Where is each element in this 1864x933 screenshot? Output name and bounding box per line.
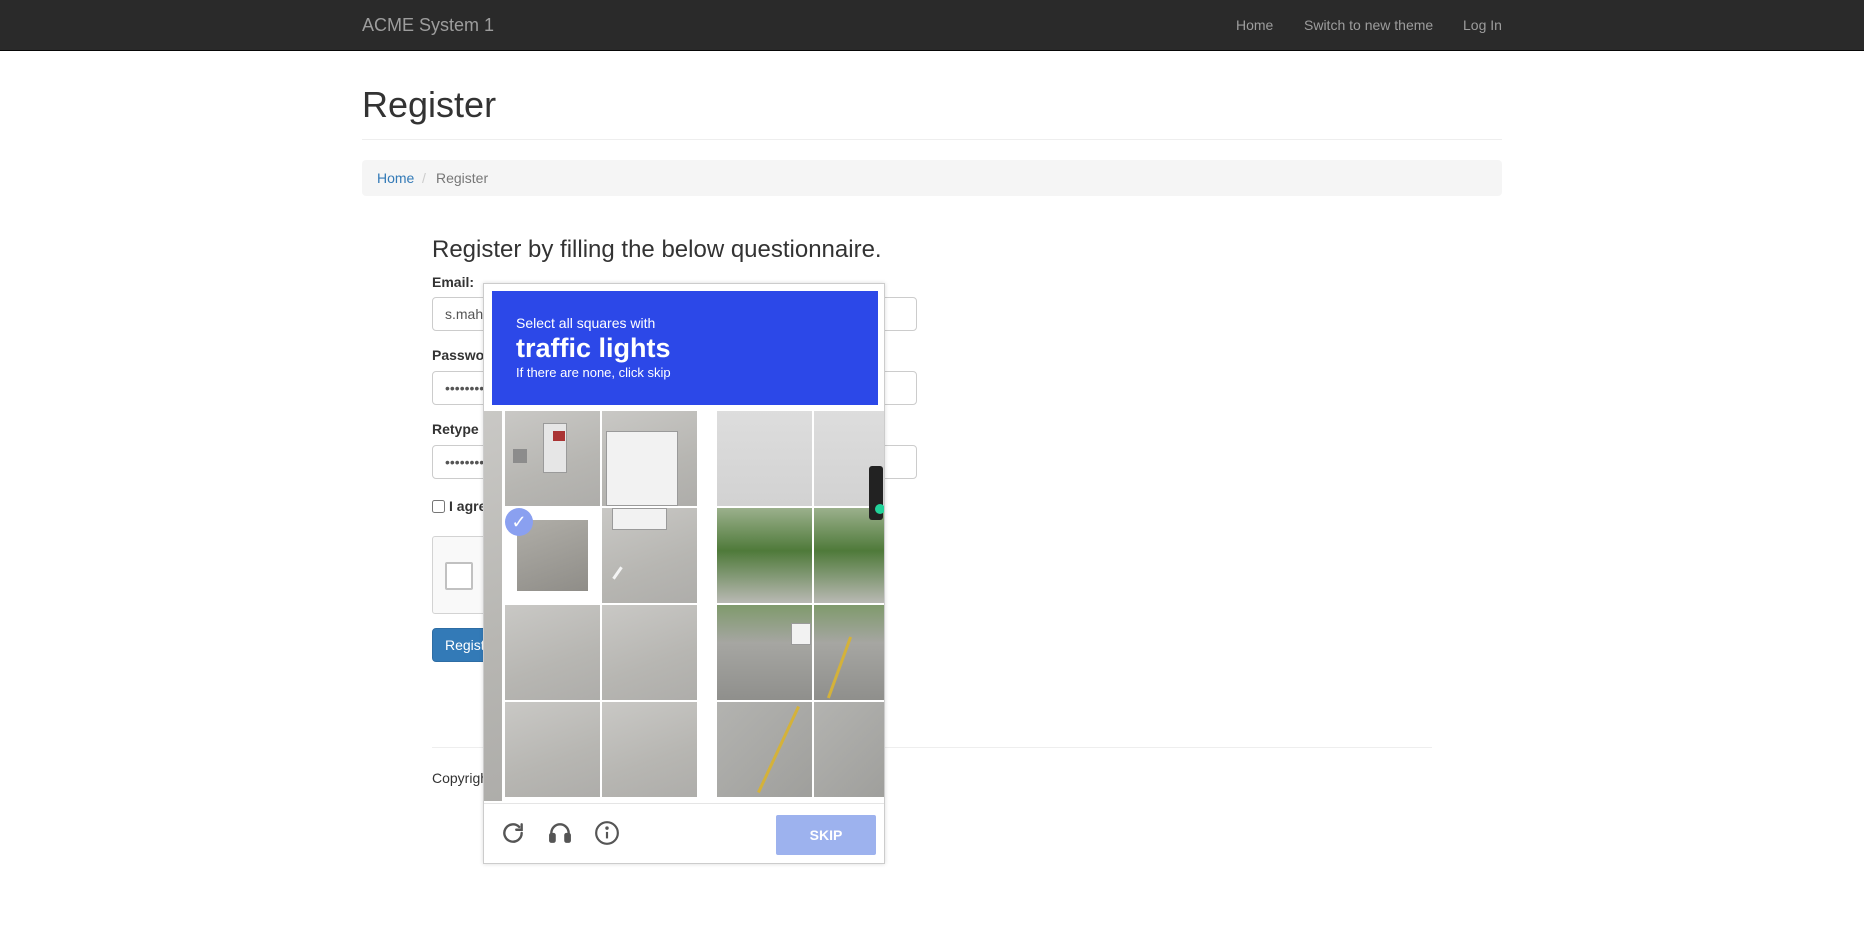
car-shape <box>553 431 565 441</box>
traffic-light-green <box>875 504 884 514</box>
brand-link[interactable]: ACME System 1 <box>362 15 494 36</box>
truck-bumper-shape <box>612 508 667 530</box>
headphones-icon[interactable] <box>545 820 575 850</box>
captcha-tile[interactable] <box>602 702 697 797</box>
footer-copyright: Copyrigh <box>432 770 489 786</box>
email-label: Email: <box>432 274 475 290</box>
captcha-tile[interactable] <box>505 605 600 700</box>
car-shape <box>513 449 527 463</box>
yellow-line <box>826 636 853 699</box>
captcha-tile[interactable] <box>814 702 884 797</box>
skip-button[interactable]: SKIP <box>776 815 876 855</box>
lane-marking <box>612 566 623 580</box>
nav-home-link[interactable]: Home <box>1236 17 1273 33</box>
selected-check-icon: ✓ <box>505 508 533 536</box>
traffic-light <box>869 466 884 520</box>
breadcrumb-current: Register <box>436 170 489 186</box>
captcha-header: Select all squares with traffic lights I… <box>492 291 878 405</box>
captcha-tile[interactable] <box>602 508 697 603</box>
captcha-tile[interactable] <box>814 508 884 603</box>
captcha-tile[interactable] <box>717 508 812 603</box>
breadcrumb-separator: / <box>422 170 426 186</box>
captcha-tile[interactable] <box>717 605 812 700</box>
agree-checkbox[interactable] <box>432 500 445 513</box>
truck-shape <box>606 431 678 506</box>
recaptcha-checkbox[interactable] <box>445 562 473 590</box>
yellow-line <box>757 705 800 794</box>
truck-shape <box>791 623 811 645</box>
captcha-tile[interactable] <box>717 702 812 797</box>
reload-icon[interactable] <box>498 820 528 850</box>
page-title: Register <box>362 84 497 125</box>
captcha-tile[interactable] <box>505 702 600 797</box>
agree-label: I agre <box>449 498 487 514</box>
form-title: Register by filling the below questionna… <box>432 236 882 263</box>
captcha-footer: SKIP <box>484 803 884 863</box>
captcha-tile[interactable] <box>717 411 812 506</box>
breadcrumb-home-link[interactable]: Home <box>377 170 414 186</box>
password-label: Passwo <box>432 347 485 363</box>
navbar: ACME System 1 Home Switch to new theme L… <box>0 0 1864 51</box>
captcha-image-edge <box>484 411 502 801</box>
header-divider <box>362 139 1502 140</box>
captcha-target: traffic lights <box>516 333 671 363</box>
captcha-tile-grid <box>484 411 884 801</box>
captcha-tile[interactable] <box>602 411 697 506</box>
nav-login-link[interactable]: Log In <box>1463 17 1502 33</box>
captcha-tile[interactable] <box>505 411 600 506</box>
captcha-tile[interactable] <box>602 605 697 700</box>
agree-row: I agre <box>432 498 486 514</box>
captcha-hint: If there are none, click skip <box>516 365 671 380</box>
captcha-instruction: Select all squares with <box>516 315 656 331</box>
nav-switch-theme-link[interactable]: Switch to new theme <box>1304 17 1433 33</box>
breadcrumb: Home / Register <box>362 160 1502 196</box>
info-icon[interactable] <box>592 820 622 850</box>
retype-password-label: Retype <box>432 421 479 437</box>
captcha-challenge: Select all squares with traffic lights I… <box>483 283 885 864</box>
captcha-tile[interactable] <box>814 605 884 700</box>
